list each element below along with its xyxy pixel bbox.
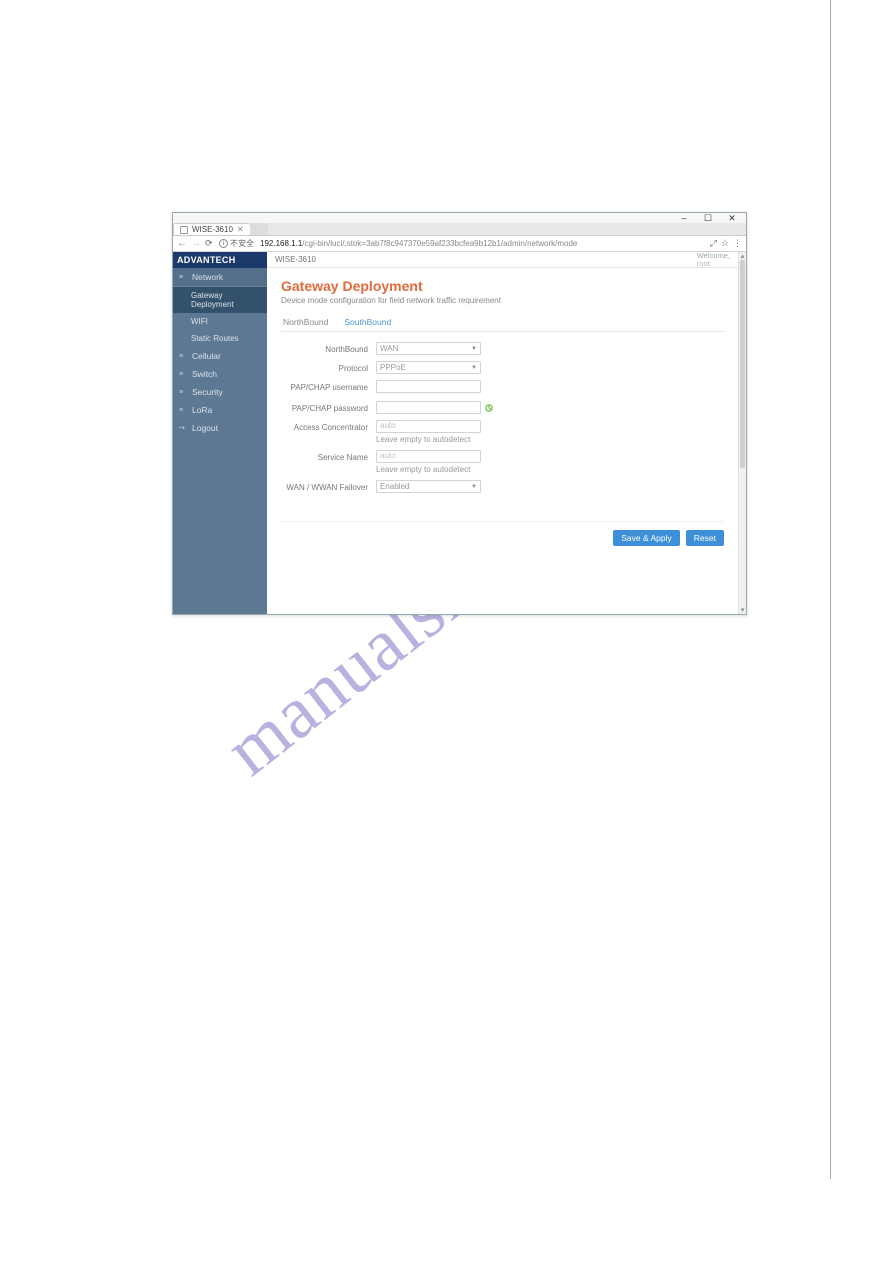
sidebar-item-label: Cellular <box>192 351 221 361</box>
input-papchap-username[interactable] <box>376 380 481 393</box>
window-close-button[interactable]: ✕ <box>724 213 740 223</box>
url-host: 192.168.1.1 <box>260 239 302 248</box>
select-value: Enabled <box>380 482 409 491</box>
tab-title: WISE-3610 <box>192 225 233 234</box>
main-panel: WISE-3610 Welcome, root Gateway Deployme… <box>267 252 738 614</box>
select-value: PPPoE <box>380 363 406 372</box>
content-area: Gateway Deployment Device mode configura… <box>267 268 738 614</box>
sidebar-item-label: Network <box>192 272 223 282</box>
select-failover[interactable]: Enabled ▼ <box>376 480 481 493</box>
browser-window: – ☐ ✕ WISE-3610 ✕ ← → ⟳ i 不安全 192.168.1.… <box>172 212 747 615</box>
page-title: Gateway Deployment <box>281 278 724 294</box>
sidebar-item-cellular[interactable]: ≡ Cellular <box>173 347 267 365</box>
list-icon: ≡ <box>179 407 187 414</box>
info-icon: i <box>219 239 228 248</box>
password-reveal-icon[interactable] <box>484 403 494 413</box>
nav-back-button[interactable]: ← <box>177 238 187 249</box>
tab-strip: WISE-3610 ✕ <box>173 223 746 236</box>
title-bar: – ☐ ✕ <box>173 213 746 223</box>
chevron-down-icon: ▼ <box>471 365 477 371</box>
chevron-down-icon: ▼ <box>471 484 477 490</box>
tab-northbound[interactable]: NorthBound <box>281 315 330 329</box>
chevron-down-icon: ▼ <box>471 346 477 352</box>
scrollbar-thumb[interactable] <box>740 260 745 468</box>
row-papchap-password: PAP/CHAP password <box>281 401 724 414</box>
sidebar-item-label: Security <box>192 387 223 397</box>
sidebar-item-lora[interactable]: ≡ LoRa <box>173 401 267 419</box>
list-icon: ≡ <box>179 389 187 396</box>
welcome-user: root <box>697 259 710 268</box>
input-access-concentrator[interactable]: auto <box>376 420 481 433</box>
translate-button[interactable]: ⤢ <box>710 238 717 249</box>
reload-button[interactable]: ⟳ <box>205 238 215 249</box>
sidebar-item-label: Logout <box>192 423 218 433</box>
label-service-name: Service Name <box>281 450 376 462</box>
sidebar-sub-gateway-deployment[interactable]: Gateway Deployment <box>173 287 267 313</box>
label-papchap-password: PAP/CHAP password <box>281 401 376 413</box>
vertical-scrollbar[interactable]: ▴ ▾ <box>738 252 746 614</box>
page-icon <box>180 226 188 234</box>
input-service-name[interactable]: auto <box>376 450 481 463</box>
scrollbar-track[interactable] <box>739 260 746 606</box>
window-maximize-button[interactable]: ☐ <box>700 213 716 223</box>
row-failover: WAN / WWAN Failover Enabled ▼ <box>281 480 724 493</box>
brand-bar: ADVANTECH <box>173 252 267 268</box>
save-apply-button[interactable]: Save & Apply <box>613 530 680 546</box>
list-icon: ≡ <box>179 353 187 360</box>
url-path: /cgi-bin/luci/;stok=3ab7f8c947370e59af23… <box>302 239 577 248</box>
sidebar-sub-static-routes[interactable]: Static Routes <box>173 330 267 347</box>
select-value: WAN <box>380 344 398 353</box>
scroll-down-icon[interactable]: ▾ <box>739 606 746 614</box>
sidebar-item-logout[interactable]: ↪ Logout <box>173 419 267 437</box>
sidebar-item-switch[interactable]: ≡ Switch <box>173 365 267 383</box>
sidebar-item-security[interactable]: ≡ Security <box>173 383 267 401</box>
browser-menu-button[interactable]: ⋮ <box>733 238 742 249</box>
label-northbound: NorthBound <box>281 342 376 354</box>
list-icon: ≡ <box>179 371 187 378</box>
tab-southbound[interactable]: SouthBound <box>342 315 393 329</box>
label-access-concentrator: Access Concentrator <box>281 420 376 432</box>
hint-service-name: Leave empty to autodetect <box>376 465 724 474</box>
sidebar-item-label: LoRa <box>192 405 212 415</box>
logout-icon: ↪ <box>179 424 187 432</box>
label-failover: WAN / WWAN Failover <box>281 480 376 492</box>
input-papchap-password[interactable] <box>376 401 481 414</box>
window-minimize-button[interactable]: – <box>676 213 692 223</box>
hint-access-concentrator: Leave empty to autodetect <box>376 435 724 444</box>
device-name: WISE-3610 <box>275 255 316 264</box>
bookmark-star-button[interactable]: ☆ <box>721 238 729 249</box>
label-papchap-username: PAP/CHAP username <box>281 380 376 392</box>
new-tab-ghost[interactable] <box>250 223 268 235</box>
row-access-concentrator: Access Concentrator auto Leave empty to … <box>281 420 724 444</box>
tab-bar: NorthBound SouthBound <box>281 315 724 332</box>
sidebar-item-network[interactable]: ≡ Network <box>173 268 267 287</box>
welcome-block: Welcome, root <box>697 252 730 267</box>
brand-logo: ADVANTECH <box>177 255 236 265</box>
page-divider <box>830 0 831 1179</box>
nav-forward-button[interactable]: → <box>191 238 201 249</box>
sidebar: ADVANTECH ≡ Network Gateway Deployment W… <box>173 252 267 614</box>
select-protocol[interactable]: PPPoE ▼ <box>376 361 481 374</box>
reset-button[interactable]: Reset <box>686 530 724 546</box>
tab-close-icon[interactable]: ✕ <box>237 225 244 234</box>
browser-tab[interactable]: WISE-3610 ✕ <box>173 223 251 235</box>
page-subtitle: Device mode configuration for field netw… <box>281 296 724 305</box>
select-northbound[interactable]: WAN ▼ <box>376 342 481 355</box>
address-bar: ← → ⟳ i 不安全 192.168.1.1/cgi-bin/luci/;st… <box>173 236 746 252</box>
top-strip: WISE-3610 Welcome, root <box>267 252 738 268</box>
url-display[interactable]: 192.168.1.1/cgi-bin/luci/;stok=3ab7f8c94… <box>258 239 706 248</box>
row-protocol: Protocol PPPoE ▼ <box>281 361 724 374</box>
row-papchap-username: PAP/CHAP username <box>281 380 724 395</box>
sidebar-item-label: Switch <box>192 369 217 379</box>
scroll-up-icon[interactable]: ▴ <box>739 252 746 260</box>
sidebar-sub-wifi[interactable]: WIFI <box>173 313 267 330</box>
list-icon: ≡ <box>179 274 187 281</box>
security-label: 不安全 <box>230 238 254 249</box>
app-frame: ADVANTECH ≡ Network Gateway Deployment W… <box>173 252 746 614</box>
row-northbound: NorthBound WAN ▼ <box>281 342 724 355</box>
security-indicator[interactable]: i 不安全 <box>219 238 254 249</box>
label-protocol: Protocol <box>281 361 376 373</box>
action-bar: Save & Apply Reset <box>281 521 724 546</box>
row-service-name: Service Name auto Leave empty to autodet… <box>281 450 724 474</box>
